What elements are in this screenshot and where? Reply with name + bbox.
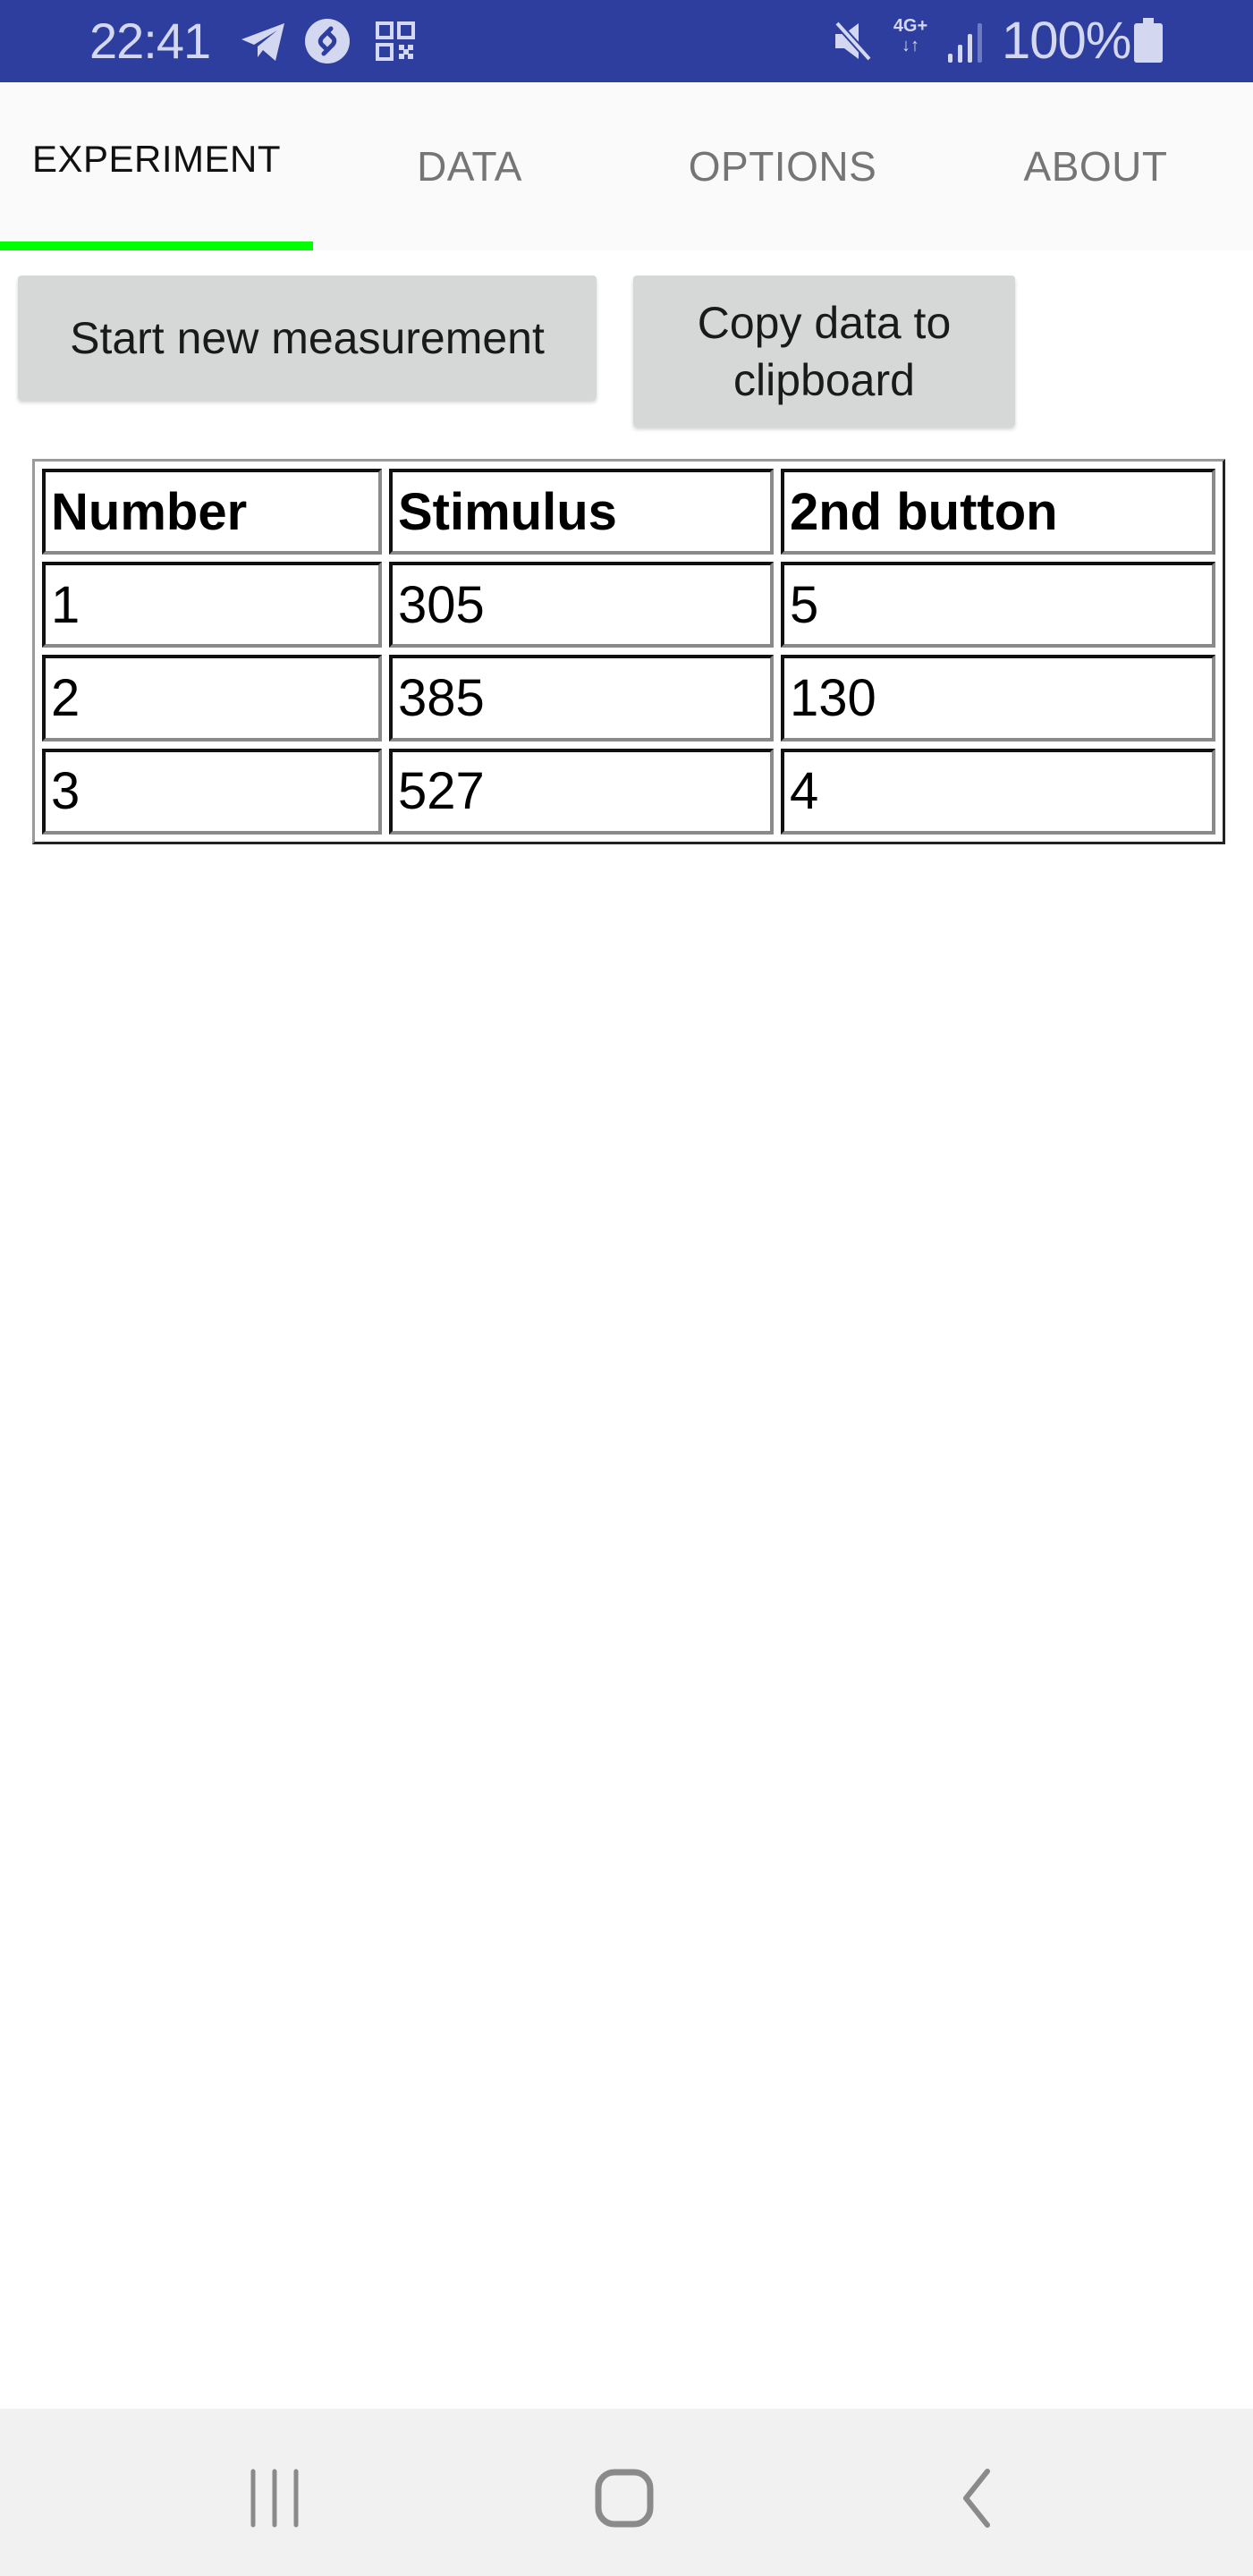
- back-icon[interactable]: [930, 2453, 1020, 2543]
- header-stimulus: Stimulus: [389, 469, 774, 555]
- tab-label: EXPERIMENT: [31, 138, 282, 180]
- table-row: 1 305 5: [42, 562, 1215, 648]
- tab-about[interactable]: ABOUT: [939, 82, 1252, 250]
- recents-icon[interactable]: [230, 2453, 319, 2543]
- tab-data[interactable]: DATA: [313, 82, 626, 250]
- battery-percentage: 100%: [1002, 12, 1131, 70]
- tab-options[interactable]: OPTIONS: [626, 82, 939, 250]
- cell-2nd-button: 130: [781, 655, 1215, 741]
- shazam-icon: [305, 19, 350, 64]
- network-4g-plus-icon: 4G+ ↓↑: [893, 16, 928, 55]
- tab-label: OPTIONS: [688, 143, 877, 190]
- system-navigation-bar: [0, 2409, 1253, 2576]
- qr-code-icon: [376, 21, 415, 61]
- active-tab-indicator: [0, 242, 313, 250]
- cell-number: 2: [42, 655, 382, 741]
- status-time: 22:41: [89, 13, 211, 69]
- battery-icon: [1134, 18, 1163, 63]
- tab-label: DATA: [417, 143, 522, 190]
- header-2nd-button: 2nd button: [781, 469, 1215, 555]
- cell-2nd-button: 5: [781, 562, 1215, 648]
- tab-experiment[interactable]: EXPERIMENT: [0, 82, 313, 250]
- header-number: Number: [42, 469, 382, 555]
- copy-button-label: Copy data to clipboard: [697, 297, 952, 405]
- status-bar: 22:41 4G+ ↓↑ 100%: [0, 0, 1253, 82]
- network-label: 4G+: [893, 16, 928, 36]
- cell-number: 1: [42, 562, 382, 648]
- table-header-row: Number Stimulus 2nd button: [42, 469, 1215, 555]
- mute-icon: [834, 21, 872, 62]
- home-icon[interactable]: [580, 2453, 669, 2543]
- table-row: 2 385 130: [42, 655, 1215, 741]
- telegram-icon: [241, 23, 284, 61]
- signal-icon: [948, 23, 982, 63]
- measurement-table: Number Stimulus 2nd button 1 305 5 2 385…: [32, 459, 1225, 844]
- tab-label: ABOUT: [1023, 143, 1168, 190]
- table-row: 3 527 4: [42, 748, 1215, 835]
- cell-number: 3: [42, 748, 382, 835]
- copy-data-to-clipboard-button[interactable]: Copy data to clipboard: [633, 275, 1015, 427]
- cell-2nd-button: 4: [781, 748, 1215, 835]
- cell-stimulus: 305: [389, 562, 774, 648]
- cell-stimulus: 527: [389, 748, 774, 835]
- tab-bar: EXPERIMENT DATA OPTIONS ABOUT: [0, 82, 1253, 250]
- start-new-measurement-button[interactable]: Start new measurement: [18, 275, 597, 400]
- cell-stimulus: 385: [389, 655, 774, 741]
